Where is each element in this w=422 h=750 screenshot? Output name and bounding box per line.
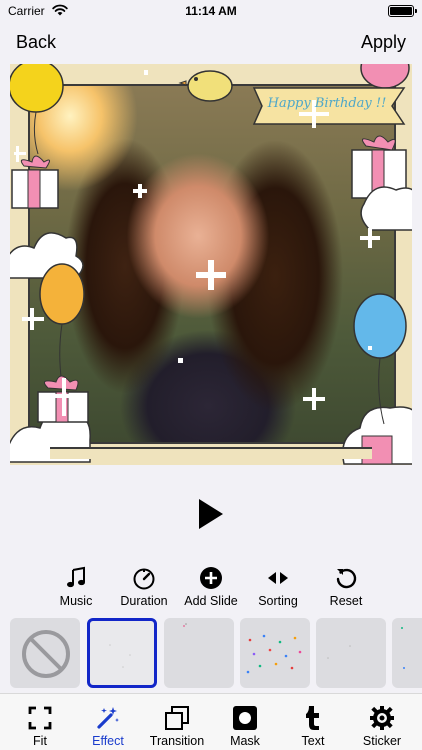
effect-preview-dots <box>327 645 351 659</box>
confetti-preview <box>246 634 302 674</box>
effect-none-thumb[interactable] <box>10 618 80 688</box>
effect-preview-dots <box>183 623 187 627</box>
birthday-banner-text: Happy Birthday !! <box>267 96 387 111</box>
effect-thumb[interactable] <box>392 618 422 688</box>
back-button[interactable]: Back <box>16 32 56 53</box>
slideshow-tools: Music Duration Add Slide Sorting Reset <box>0 566 422 610</box>
tab-mask-label: Mask <box>230 734 260 748</box>
apply-button[interactable]: Apply <box>361 32 406 53</box>
timer-icon <box>133 568 155 590</box>
effect-thumb-confetti[interactable] <box>240 618 310 688</box>
reset-icon <box>336 568 357 589</box>
transition-icon <box>165 706 189 730</box>
plus-circle-icon <box>200 567 222 589</box>
effect-preview-dots <box>109 644 131 668</box>
slide-preview[interactable]: Happy Birthday !! <box>10 64 412 465</box>
effect-thumb[interactable] <box>164 618 234 688</box>
tab-sticker-label: Sticker <box>362 734 402 748</box>
sorting-label: Sorting <box>258 594 298 608</box>
status-bar: Carrier 11:14 AM <box>0 0 422 24</box>
add-slide-tool[interactable]: Add Slide <box>173 566 249 608</box>
battery-icon <box>388 5 417 17</box>
reset-tool[interactable]: Reset <box>308 566 384 608</box>
play-icon <box>199 499 223 529</box>
tab-transition-label: Transition <box>149 734 205 748</box>
sort-arrows-icon <box>268 572 288 584</box>
sorting-tool[interactable]: Sorting <box>240 566 316 608</box>
tab-effect[interactable]: Effect <box>73 694 143 750</box>
birthday-frame-overlay <box>10 64 412 465</box>
nav-bar: Back Apply <box>0 30 422 56</box>
effect-thumb-selected[interactable] <box>87 618 157 688</box>
tab-sticker[interactable]: Sticker <box>347 694 417 750</box>
music-tool[interactable]: Music <box>38 566 114 608</box>
add-slide-label: Add Slide <box>184 594 238 608</box>
magic-wand-icon <box>97 707 119 729</box>
effect-preview-dots <box>401 627 405 669</box>
tab-effect-label: Effect <box>92 734 124 748</box>
mask-icon <box>233 706 257 730</box>
duration-label: Duration <box>120 594 168 608</box>
tab-mask[interactable]: Mask <box>210 694 280 750</box>
tab-fit[interactable]: Fit <box>5 694 75 750</box>
no-effect-icon <box>22 630 70 678</box>
tab-transition[interactable]: Transition <box>142 694 212 750</box>
tab-text-label: Text <box>301 734 325 748</box>
duration-tool[interactable]: Duration <box>106 566 182 608</box>
effects-strip[interactable] <box>0 616 422 690</box>
play-button[interactable] <box>193 496 227 532</box>
fit-frame-icon <box>28 706 52 730</box>
text-t-icon <box>306 706 319 730</box>
status-time: 11:14 AM <box>185 4 237 18</box>
bottom-tab-bar: Fit Effect Transition Mask Text Sticker <box>0 693 422 750</box>
effect-thumb[interactable] <box>316 618 386 688</box>
frame-bottom-border <box>50 447 372 459</box>
sticker-gear-icon <box>370 706 394 730</box>
music-label: Music <box>59 594 93 608</box>
reset-label: Reset <box>329 594 363 608</box>
tab-text[interactable]: Text <box>278 694 348 750</box>
tab-fit-label: Fit <box>33 734 47 748</box>
music-note-icon <box>67 566 85 588</box>
